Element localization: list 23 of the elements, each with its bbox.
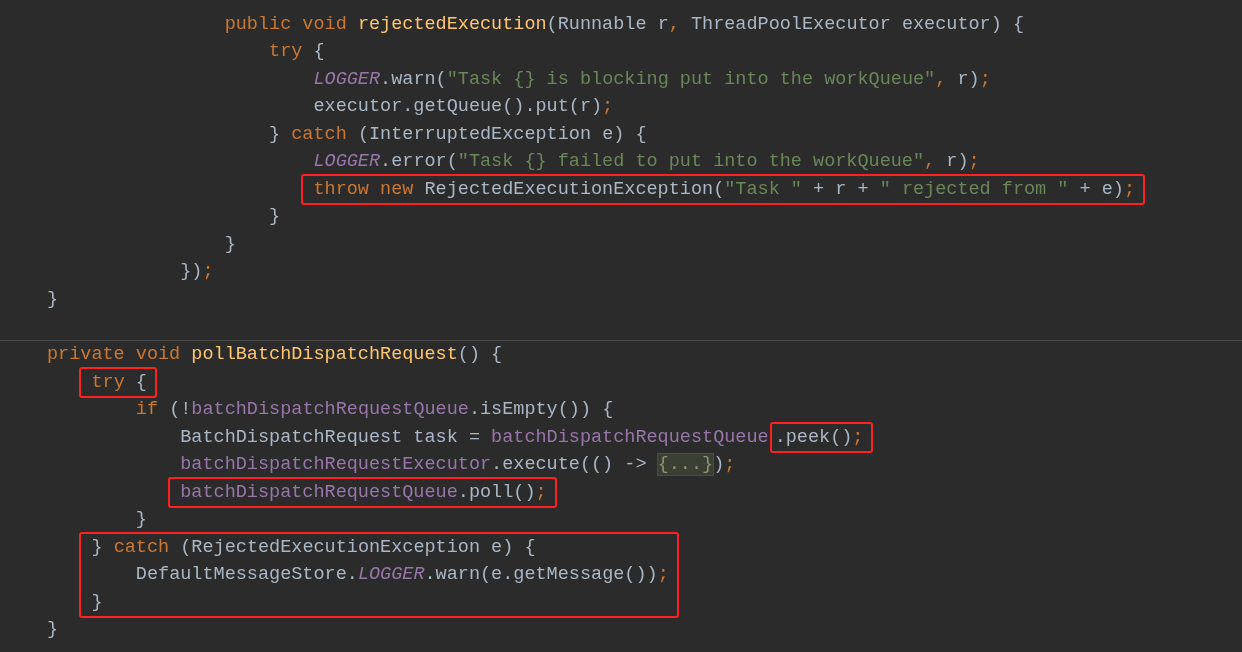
code-line: DefaultMessageStore.LOGGER.warn(e.getMessage()); bbox=[135, 564, 669, 586]
code-line: } bbox=[135, 509, 147, 531]
code-line: public void rejectedExecution(Runnable r, ThreadPoolExecutor executor) { bbox=[224, 13, 1024, 35]
code-line: } bbox=[91, 591, 103, 613]
code-line: }); bbox=[180, 261, 214, 283]
code-line: batchDispatchRequestQueue.poll(); bbox=[180, 481, 547, 503]
code-line: try { bbox=[269, 41, 325, 63]
code-line: LOGGER.warn("Task {} is blocking put into the workQueue", r); bbox=[313, 68, 991, 90]
code-line: } bbox=[269, 206, 281, 228]
code-line: executor.getQueue().put(r); bbox=[313, 96, 614, 118]
code-line: } bbox=[224, 233, 236, 255]
code-fragment: .peek(); bbox=[774, 426, 864, 448]
code-line: try { bbox=[91, 371, 147, 393]
code-line: } catch (InterruptedException e) { bbox=[269, 123, 647, 145]
code-line: private void pollBatchDispatchRequest() { bbox=[47, 344, 503, 366]
code-line: } bbox=[47, 619, 59, 641]
code-line: } catch (RejectedExecutionException e) { bbox=[91, 536, 536, 558]
code-line: } bbox=[47, 288, 59, 310]
code-line: BatchDispatchRequest task = batchDispatchRequestQueue bbox=[180, 426, 769, 448]
code-line: batchDispatchRequestExecutor.execute(() -> {...}); bbox=[180, 454, 736, 476]
code-line: if (!batchDispatchRequestQueue.isEmpty()) { bbox=[135, 399, 614, 421]
code-line: LOGGER.error("Task {} failed to put into the workQueue", r); bbox=[313, 151, 980, 173]
code-line: throw new RejectedExecutionException("Task " + r + " rejected from " + e); bbox=[313, 178, 1136, 200]
